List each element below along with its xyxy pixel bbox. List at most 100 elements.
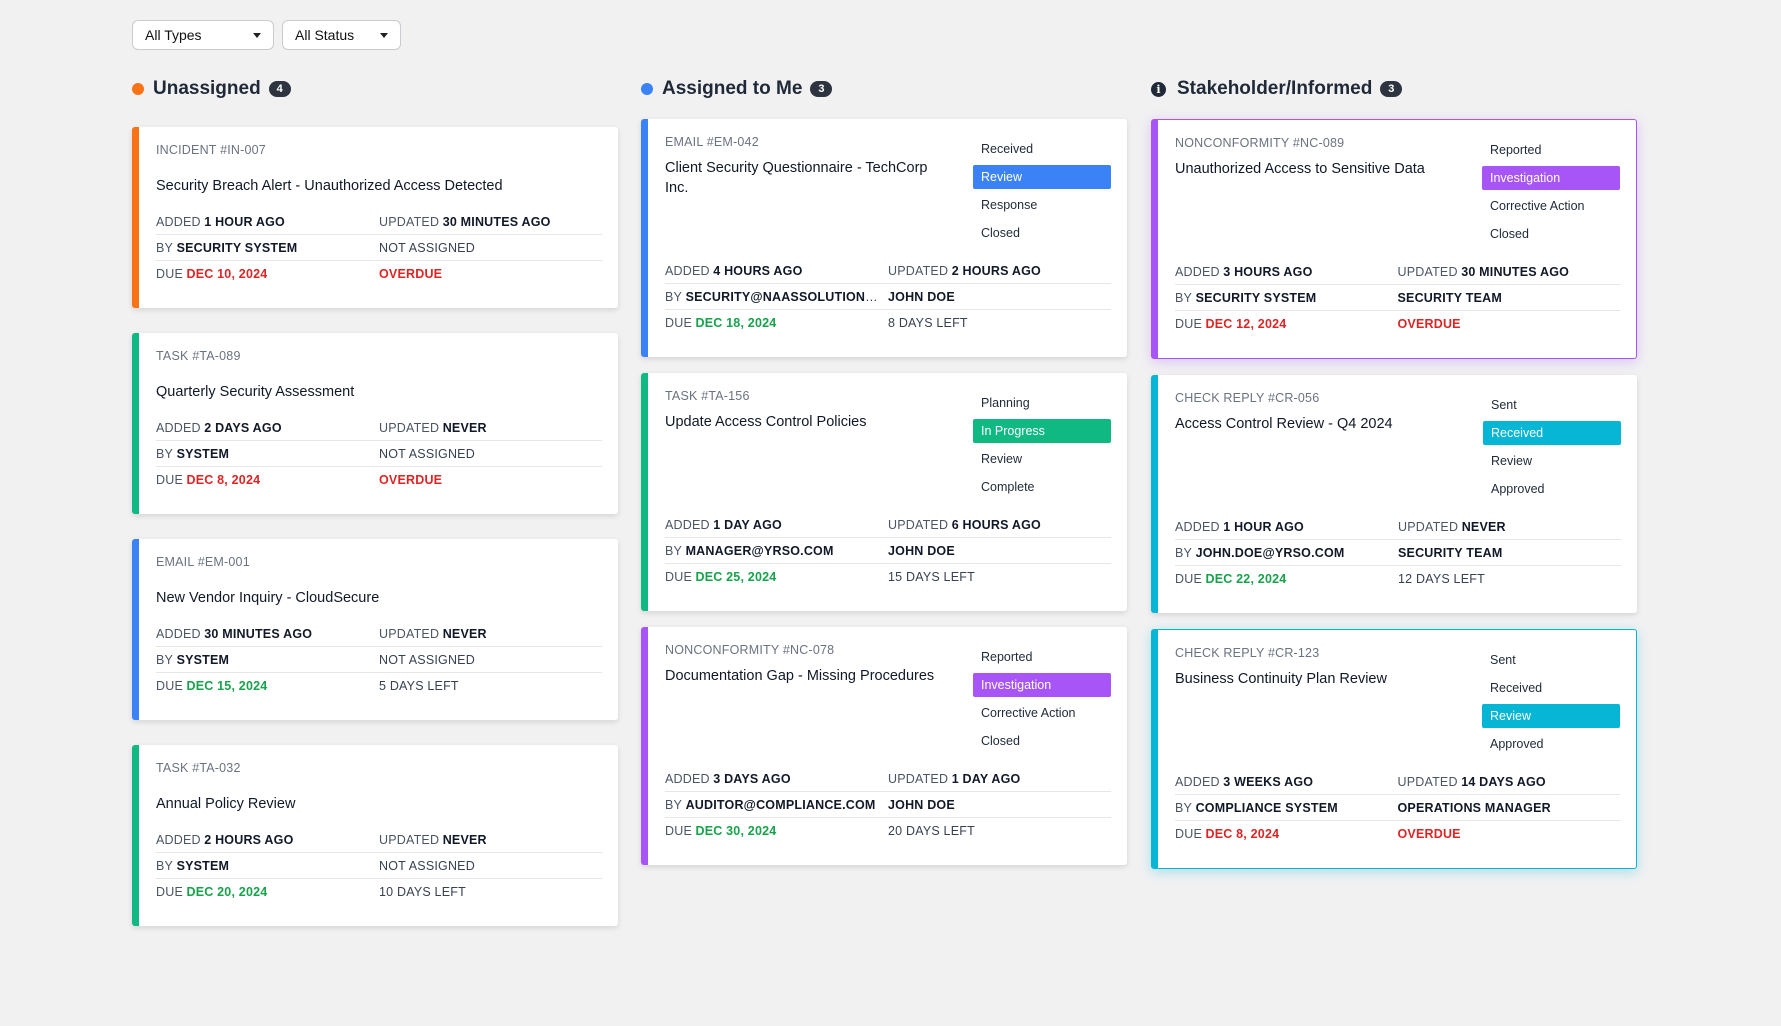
by-label: BY <box>156 446 174 461</box>
ticket-meta: ADDED 2 HOURS AGO UPDATED NEVER BY SYSTEM… <box>156 827 602 904</box>
added-label: ADDED <box>1175 774 1220 789</box>
assignee-value: OPERATIONS MANAGER <box>1397 800 1551 815</box>
added-label: ADDED <box>156 832 201 847</box>
workflow-step[interactable]: Approved <box>1483 477 1621 501</box>
due-label: DUE <box>665 315 692 330</box>
updated-label: UPDATED <box>888 771 949 786</box>
workflow-step-active[interactable]: Investigation <box>973 673 1111 697</box>
due-status: 12 DAYS LEFT <box>1398 571 1485 586</box>
ticket-card[interactable]: TASK #TA-089 Quarterly Security Assessme… <box>132 333 618 514</box>
added-value: 1 HOUR AGO <box>1223 519 1304 534</box>
added-label: ADDED <box>665 517 710 532</box>
due-status: 15 DAYS LEFT <box>888 569 975 584</box>
workflow-step[interactable]: Corrective Action <box>973 701 1111 725</box>
added-label: ADDED <box>1175 264 1220 279</box>
added-value: 3 HOURS AGO <box>1223 264 1313 279</box>
by-label: BY <box>156 652 174 667</box>
ticket-meta: ADDED 4 HOURS AGO UPDATED 2 HOURS AGO BY … <box>665 258 1111 335</box>
workflow-step[interactable]: Closed <box>973 729 1111 753</box>
ticket-card[interactable]: NONCONFORMITY #NC-078 Documentation Gap … <box>641 627 1127 865</box>
due-date: DEC 10, 2024 <box>186 266 268 281</box>
updated-label: UPDATED <box>1397 774 1458 789</box>
updated-value: NEVER <box>442 626 487 641</box>
ticket-title: Quarterly Security Assessment <box>156 384 355 400</box>
workflow-step[interactable]: Received <box>1482 676 1620 700</box>
ticket-card[interactable]: TASK #TA-156 Update Access Control Polic… <box>641 373 1127 611</box>
workflow-step[interactable]: Received <box>973 137 1111 161</box>
workflow-step[interactable]: Review <box>973 447 1111 471</box>
by-value: AUDITOR@COMPLIANCE.COM <box>685 797 876 812</box>
updated-label: UPDATED <box>1398 519 1459 534</box>
due-status: OVERDUE <box>1397 826 1461 841</box>
ticket-title: Documentation Gap - Missing Procedures <box>665 668 935 684</box>
ticket-card[interactable]: EMAIL #EM-001 New Vendor Inquiry - Cloud… <box>132 539 618 720</box>
ticket-title: Client Security Questionnaire - TechCorp… <box>665 160 928 196</box>
due-label: DUE <box>156 884 183 899</box>
workflow-step-active[interactable]: Investigation <box>1482 166 1620 190</box>
status-filter-value: All Status <box>295 27 355 43</box>
due-date: DEC 8, 2024 <box>186 472 261 487</box>
ticket-card-selected[interactable]: CHECK REPLY #CR-123 Business Continuity … <box>1151 629 1637 869</box>
workflow-step[interactable]: Complete <box>973 475 1111 499</box>
ticket-id: INCIDENT #IN-007 <box>156 143 266 157</box>
by-value: SYSTEM <box>176 446 230 461</box>
status-filter-select[interactable]: All Status <box>282 20 401 50</box>
workflow-step-active[interactable]: In Progress <box>973 419 1111 443</box>
due-date: DEC 8, 2024 <box>1205 826 1280 841</box>
filter-bar: All Types All Status <box>132 20 401 50</box>
assignee-value: JOHN DOE <box>888 289 955 304</box>
workflow-step[interactable]: Reported <box>1482 138 1620 162</box>
workflow-step[interactable]: Planning <box>973 391 1111 415</box>
due-status: OVERDUE <box>1397 316 1461 331</box>
by-label: BY <box>1175 545 1193 560</box>
type-filter-select[interactable]: All Types <box>132 20 274 50</box>
due-label: DUE <box>156 678 183 693</box>
updated-label: UPDATED <box>379 420 440 435</box>
type-filter-value: All Types <box>145 27 202 43</box>
column-header: Unassigned 4 <box>132 76 618 102</box>
workflow-step[interactable]: Reported <box>973 645 1111 669</box>
due-date: DEC 30, 2024 <box>695 823 777 838</box>
due-status: 5 DAYS LEFT <box>379 678 459 693</box>
workflow-step[interactable]: Closed <box>1482 222 1620 246</box>
by-label: BY <box>665 797 683 812</box>
workflow-step[interactable]: Sent <box>1482 648 1620 672</box>
added-value: 1 DAY AGO <box>713 517 782 532</box>
ticket-id: TASK #TA-089 <box>156 349 241 363</box>
workflow-step-active[interactable]: Review <box>973 165 1111 189</box>
ticket-meta: ADDED 3 HOURS AGO UPDATED 30 MINUTES AGO … <box>1175 259 1620 336</box>
column-title: Assigned to Me <box>662 78 803 99</box>
by-label: BY <box>1175 800 1193 815</box>
workflow-step-active[interactable]: Received <box>1483 421 1621 445</box>
due-status: 8 DAYS LEFT <box>888 315 968 330</box>
assignee-value: JOHN DOE <box>888 797 955 812</box>
due-label: DUE <box>665 569 692 584</box>
updated-label: UPDATED <box>888 263 949 278</box>
count-badge: 3 <box>810 81 833 97</box>
added-value: 3 WEEKS AGO <box>1223 774 1314 789</box>
workflow-step[interactable]: Response <box>973 193 1111 217</box>
added-label: ADDED <box>1175 519 1220 534</box>
workflow-step[interactable]: Approved <box>1482 732 1620 756</box>
ticket-meta: ADDED 1 DAY AGO UPDATED 6 HOURS AGO BY MA… <box>665 512 1111 589</box>
workflow-step[interactable]: Review <box>1483 449 1621 473</box>
by-value: SYSTEM <box>176 858 230 873</box>
workflow-step[interactable]: Closed <box>973 221 1111 245</box>
due-date: DEC 20, 2024 <box>186 884 268 899</box>
by-value: SYSTEM <box>176 652 230 667</box>
ticket-card[interactable]: EMAIL #EM-042 Client Security Questionna… <box>641 119 1127 357</box>
workflow-step-active[interactable]: Review <box>1482 704 1620 728</box>
ticket-card[interactable]: INCIDENT #IN-007 Security Breach Alert -… <box>132 127 618 308</box>
ticket-card[interactable]: CHECK REPLY #CR-056 Access Control Revie… <box>1151 375 1637 613</box>
workflow-step[interactable]: Corrective Action <box>1482 194 1620 218</box>
workflow-step[interactable]: Sent <box>1483 393 1621 417</box>
updated-label: UPDATED <box>379 832 440 847</box>
by-value: SECURITY SYSTEM <box>1195 290 1317 305</box>
count-badge: 3 <box>1380 81 1403 97</box>
added-label: ADDED <box>156 626 201 641</box>
ticket-card[interactable]: TASK #TA-032 Annual Policy Review ADDED … <box>132 745 618 926</box>
updated-value: 2 HOURS AGO <box>951 263 1041 278</box>
ticket-meta: ADDED 1 HOUR AGO UPDATED 30 MINUTES AGO B… <box>156 209 602 286</box>
ticket-card-selected[interactable]: NONCONFORMITY #NC-089 Unauthorized Acces… <box>1151 119 1637 359</box>
updated-value: NEVER <box>442 420 487 435</box>
